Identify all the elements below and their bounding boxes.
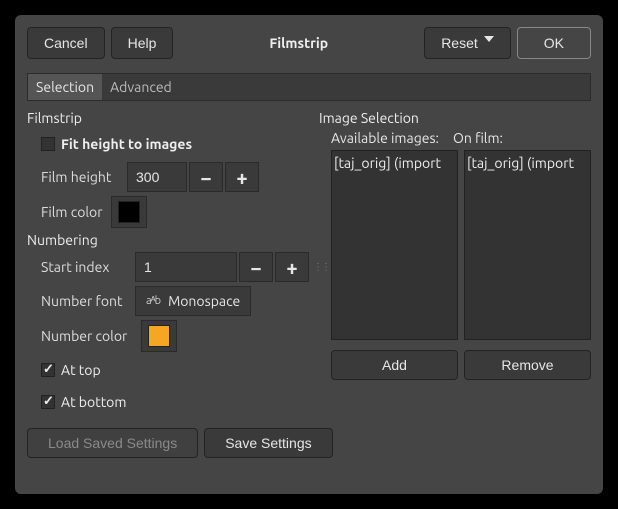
number-font-label: Number font	[41, 293, 135, 309]
list-headers: Available images: On film:	[331, 130, 591, 146]
at-bottom-label: At bottom	[61, 394, 126, 410]
list-item[interactable]: [taj_orig] (import	[334, 155, 455, 171]
at-top-row: At top	[27, 356, 319, 384]
fit-height-checkbox[interactable]	[41, 137, 55, 151]
save-settings-button[interactable]: Save Settings	[204, 428, 332, 458]
film-color-label: Film color	[41, 204, 111, 220]
dialog-title: Filmstrip	[179, 35, 418, 51]
cancel-button[interactable]: Cancel	[27, 27, 105, 59]
left-column: Filmstrip Fit height to images Film heig…	[27, 107, 319, 420]
load-settings-button[interactable]: Load Saved Settings	[27, 428, 198, 458]
film-color-button[interactable]	[111, 196, 147, 228]
list-item[interactable]: [taj_orig] (import	[467, 155, 588, 171]
film-height-row: Film height − +	[27, 162, 319, 192]
font-icon: aᴬb	[146, 295, 160, 307]
lists-container: [taj_orig] (import [taj_orig] (import	[319, 150, 591, 340]
film-height-increment[interactable]: +	[225, 162, 259, 192]
start-index-row: Start index − + ⋮⋮	[27, 252, 319, 282]
remove-button[interactable]: Remove	[464, 350, 591, 380]
image-selection-title: Image Selection	[319, 110, 591, 126]
footer: Load Saved Settings Save Settings	[27, 428, 591, 458]
available-label: Available images:	[331, 130, 441, 146]
start-index-input[interactable]	[135, 252, 237, 282]
start-index-decrement[interactable]: −	[239, 252, 273, 282]
tab-advanced[interactable]: Advanced	[102, 74, 180, 100]
number-color-swatch	[148, 325, 170, 347]
at-bottom-row: At bottom	[27, 388, 319, 416]
on-film-label: On film:	[453, 130, 503, 146]
number-font-button[interactable]: aᴬb Monospace	[135, 286, 251, 316]
film-height-spinner: − +	[127, 162, 259, 192]
right-column: Image Selection Available images: On fil…	[319, 107, 591, 420]
reset-label: Reset	[441, 35, 478, 51]
tabs: Selection Advanced	[27, 73, 591, 101]
fit-height-row: Fit height to images	[27, 130, 319, 158]
filmstrip-dialog: Cancel Help Filmstrip Reset OK Selection…	[15, 15, 603, 494]
on-film-list[interactable]: [taj_orig] (import	[464, 150, 591, 340]
film-color-row: Film color	[27, 196, 319, 228]
start-index-increment[interactable]: +	[275, 252, 309, 282]
fit-height-label: Fit height to images	[61, 136, 192, 152]
number-font-row: Number font aᴬb Monospace	[27, 286, 319, 316]
number-color-button[interactable]	[141, 320, 177, 352]
start-index-label: Start index	[41, 259, 135, 275]
available-images-list[interactable]: [taj_orig] (import	[331, 150, 458, 340]
reset-button[interactable]: Reset	[424, 27, 511, 59]
add-remove-row: Add Remove	[319, 350, 591, 380]
number-font-value: Monospace	[168, 293, 240, 309]
film-height-label: Film height	[41, 169, 127, 185]
chevron-down-icon	[484, 38, 494, 48]
help-button[interactable]: Help	[111, 27, 174, 59]
at-bottom-checkbox[interactable]	[41, 395, 55, 409]
tab-selection[interactable]: Selection	[28, 74, 102, 100]
number-color-label: Number color	[41, 328, 141, 344]
numbering-section-title: Numbering	[27, 232, 319, 248]
dialog-header: Cancel Help Filmstrip Reset OK	[27, 27, 591, 59]
number-color-row: Number color	[27, 320, 319, 352]
at-top-label: At top	[61, 362, 101, 378]
dialog-body: Filmstrip Fit height to images Film heig…	[27, 101, 591, 420]
filmstrip-section-title: Filmstrip	[27, 110, 319, 126]
film-height-decrement[interactable]: −	[189, 162, 223, 192]
start-index-spinner: − +	[135, 252, 309, 282]
at-top-checkbox[interactable]	[41, 363, 55, 377]
film-height-input[interactable]	[127, 162, 187, 192]
ok-button[interactable]: OK	[517, 27, 591, 59]
add-button[interactable]: Add	[331, 350, 458, 380]
film-color-swatch	[118, 201, 140, 223]
